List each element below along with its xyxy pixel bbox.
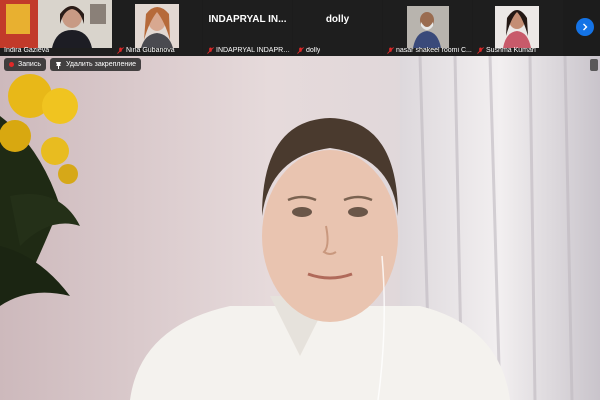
participant-name: Nina Gubanova bbox=[126, 47, 175, 54]
participant-name: Sushma Kumari bbox=[486, 47, 536, 54]
participant-name-row: Sushma Kumari bbox=[473, 45, 563, 56]
participant-display-name: dolly bbox=[325, 14, 350, 25]
participant-tile[interactable]: nasar shakeel roomi C... bbox=[383, 0, 472, 56]
participant-name-row: Nina Gubanova bbox=[113, 45, 202, 56]
participant-video bbox=[383, 0, 472, 48]
participant-name-row: INDAPRYAL INDAPRYAL bbox=[203, 45, 292, 56]
participant-tile[interactable]: dolly dolly bbox=[293, 0, 382, 56]
participant-name: dolly bbox=[306, 47, 321, 54]
next-page-button[interactable] bbox=[576, 18, 594, 36]
mic-muted-icon bbox=[207, 47, 214, 54]
mic-muted-icon bbox=[477, 47, 484, 54]
record-dot-icon bbox=[9, 62, 14, 67]
participant-name: nasar shakeel roomi C... bbox=[396, 47, 472, 54]
participant-strip: Indira Gazieva Nina Gubanova INDAPRYAL I… bbox=[0, 0, 600, 56]
participant-video bbox=[0, 0, 112, 48]
record-indicator[interactable]: Запись bbox=[4, 58, 46, 71]
participant-tile[interactable]: INDAPRYAL IN... INDAPRYAL INDAPRYAL bbox=[203, 0, 292, 56]
participant-tile[interactable]: Sushma Kumari bbox=[473, 0, 563, 56]
participant-video bbox=[473, 0, 563, 48]
unpin-label: Удалить закрепление bbox=[65, 61, 137, 68]
participant-display-name: INDAPRYAL IN... bbox=[208, 14, 287, 25]
participant-name: INDAPRYAL INDAPRYAL bbox=[216, 47, 292, 54]
participant-name-row: Indira Gazieva bbox=[0, 45, 112, 56]
chevron-right-icon bbox=[583, 23, 588, 31]
main-video bbox=[0, 56, 600, 400]
mic-muted-icon bbox=[297, 47, 304, 54]
record-label: Запись bbox=[18, 61, 41, 68]
view-options-button[interactable] bbox=[590, 59, 598, 71]
participant-name: Indira Gazieva bbox=[4, 47, 50, 54]
video-toolbar: Запись Удалить закрепление bbox=[4, 58, 142, 71]
mic-muted-icon bbox=[117, 47, 124, 54]
participant-name-row: nasar shakeel roomi C... bbox=[383, 45, 472, 56]
unpin-button[interactable]: Удалить закрепление bbox=[49, 58, 142, 71]
mic-muted-icon bbox=[387, 47, 394, 54]
participant-video bbox=[113, 0, 202, 48]
participant-name-row: dolly bbox=[293, 45, 382, 56]
participant-tile[interactable]: Nina Gubanova bbox=[113, 0, 202, 56]
participant-tile[interactable]: Indira Gazieva bbox=[0, 0, 112, 56]
speaker-video-frame bbox=[0, 56, 600, 400]
pin-icon bbox=[55, 61, 61, 69]
